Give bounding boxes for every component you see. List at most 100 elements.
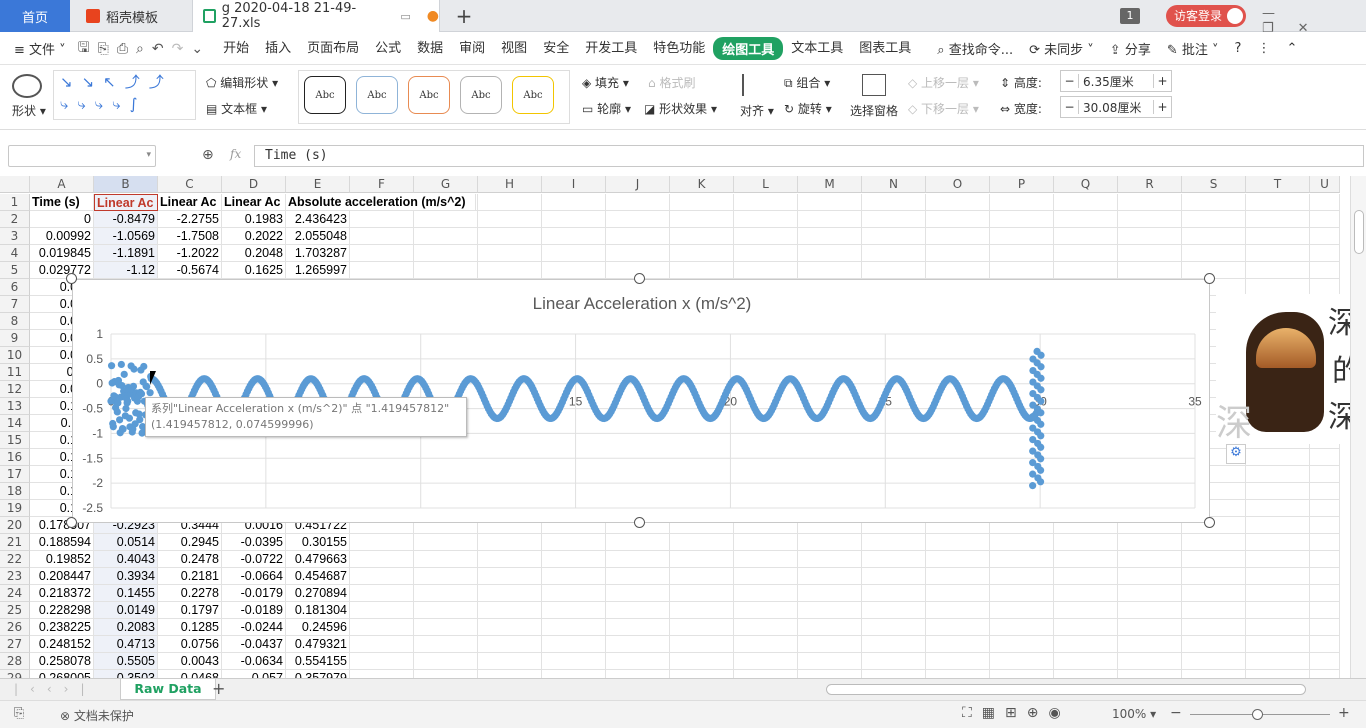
cell[interactable] (1310, 551, 1340, 568)
cell[interactable]: 0.4713 (94, 636, 158, 653)
row-header[interactable]: 9 (0, 330, 30, 347)
column-header-U[interactable]: U (1310, 176, 1340, 193)
cell[interactable]: 0.554155 (286, 653, 350, 670)
cell[interactable]: 0.2181 (158, 568, 222, 585)
cell[interactable]: -0.0634 (222, 653, 286, 670)
column-header-B[interactable]: B (94, 176, 158, 193)
cell[interactable]: 0.2278 (158, 585, 222, 602)
cell[interactable] (862, 670, 926, 678)
cell[interactable]: -1.12 (94, 262, 158, 279)
row-header[interactable]: 4 (0, 245, 30, 262)
cell[interactable]: -1.1891 (94, 245, 158, 262)
cell[interactable] (1246, 585, 1310, 602)
ribbon-tab-9[interactable]: 开发工具 (577, 37, 645, 60)
ribbon-tab-4[interactable]: 公式 (367, 37, 409, 60)
cell[interactable] (1118, 602, 1182, 619)
cell[interactable] (1118, 653, 1182, 670)
cell[interactable] (350, 228, 414, 245)
cell[interactable] (1310, 670, 1340, 678)
cell[interactable] (478, 194, 542, 211)
cell[interactable] (414, 262, 478, 279)
cell[interactable] (1246, 517, 1310, 534)
cell[interactable]: 0.454687 (286, 568, 350, 585)
cell[interactable] (990, 194, 1054, 211)
export-icon[interactable]: ⎘ (94, 41, 113, 57)
cell[interactable] (798, 619, 862, 636)
column-header-K[interactable]: K (670, 176, 734, 193)
cell[interactable] (798, 245, 862, 262)
cell[interactable] (798, 534, 862, 551)
redo-icon[interactable]: ↷ (168, 41, 188, 57)
cell[interactable]: -0.8479 (94, 211, 158, 228)
row-header[interactable]: 16 (0, 449, 30, 466)
cell[interactable]: 0.019845 (30, 245, 94, 262)
cell[interactable]: 0.0468 (158, 670, 222, 678)
cell[interactable] (734, 653, 798, 670)
row-header[interactable]: 1 (0, 194, 30, 211)
cell[interactable] (926, 245, 990, 262)
cell[interactable] (862, 602, 926, 619)
cell[interactable] (1054, 670, 1118, 678)
cell[interactable]: Time (s) (30, 194, 94, 211)
row-header[interactable]: 24 (0, 585, 30, 602)
cell[interactable] (1118, 636, 1182, 653)
cell[interactable] (1310, 449, 1340, 466)
cell[interactable] (1310, 636, 1340, 653)
cell[interactable] (798, 194, 862, 211)
cell[interactable] (862, 194, 926, 211)
cell[interactable] (542, 245, 606, 262)
cell[interactable] (606, 245, 670, 262)
row-header[interactable]: 7 (0, 296, 30, 313)
cell[interactable] (1310, 211, 1340, 228)
cell[interactable] (542, 534, 606, 551)
cell[interactable] (862, 653, 926, 670)
cell[interactable]: 0.357979 (286, 670, 350, 678)
cell[interactable]: -1.0569 (94, 228, 158, 245)
cell[interactable] (862, 262, 926, 279)
column-header-N[interactable]: N (862, 176, 926, 193)
cell[interactable]: 0.2022 (222, 228, 286, 245)
cell[interactable] (1182, 211, 1246, 228)
window-controls[interactable]: —❐✕ (1262, 6, 1366, 36)
cell[interactable] (1182, 585, 1246, 602)
cell[interactable] (734, 194, 798, 211)
cell[interactable] (350, 670, 414, 678)
cell[interactable]: 0.218372 (30, 585, 94, 602)
cell[interactable]: 0.248152 (30, 636, 94, 653)
cell[interactable] (606, 568, 670, 585)
cell[interactable] (1246, 466, 1310, 483)
resize-handle[interactable] (634, 517, 645, 528)
cell[interactable] (1182, 670, 1246, 678)
cell[interactable] (1118, 534, 1182, 551)
shape-effect-button[interactable]: ◪ 形状效果 ▾ (644, 100, 717, 117)
cell[interactable] (990, 245, 1054, 262)
cell[interactable]: 0.1285 (158, 619, 222, 636)
row-header[interactable]: 17 (0, 466, 30, 483)
ribbon-tab-13[interactable]: 图表工具 (851, 37, 919, 60)
cell[interactable] (670, 551, 734, 568)
column-header-M[interactable]: M (798, 176, 862, 193)
cell[interactable] (478, 670, 542, 678)
cell[interactable] (670, 585, 734, 602)
column-header-P[interactable]: P (990, 176, 1054, 193)
style-black[interactable]: Abc (304, 76, 346, 114)
cell[interactable] (734, 585, 798, 602)
row-header[interactable]: 23 (0, 568, 30, 585)
cell[interactable] (1118, 585, 1182, 602)
cell[interactable] (670, 619, 734, 636)
cell[interactable] (1310, 602, 1340, 619)
cell[interactable] (1054, 636, 1118, 653)
cell[interactable] (926, 619, 990, 636)
more-options-icon[interactable]: ⋮ (1249, 41, 1278, 56)
row-header[interactable]: 5 (0, 262, 30, 279)
cell[interactable] (1054, 585, 1118, 602)
cell[interactable]: -1.2022 (158, 245, 222, 262)
cell[interactable] (542, 211, 606, 228)
column-header-C[interactable]: C (158, 176, 222, 193)
cell[interactable] (414, 670, 478, 678)
cell[interactable] (414, 551, 478, 568)
cell[interactable] (606, 211, 670, 228)
zoom-formula-icon[interactable]: ⊕ (202, 147, 214, 163)
row-header[interactable]: 11 (0, 364, 30, 381)
cell[interactable]: -0.0664 (222, 568, 286, 585)
